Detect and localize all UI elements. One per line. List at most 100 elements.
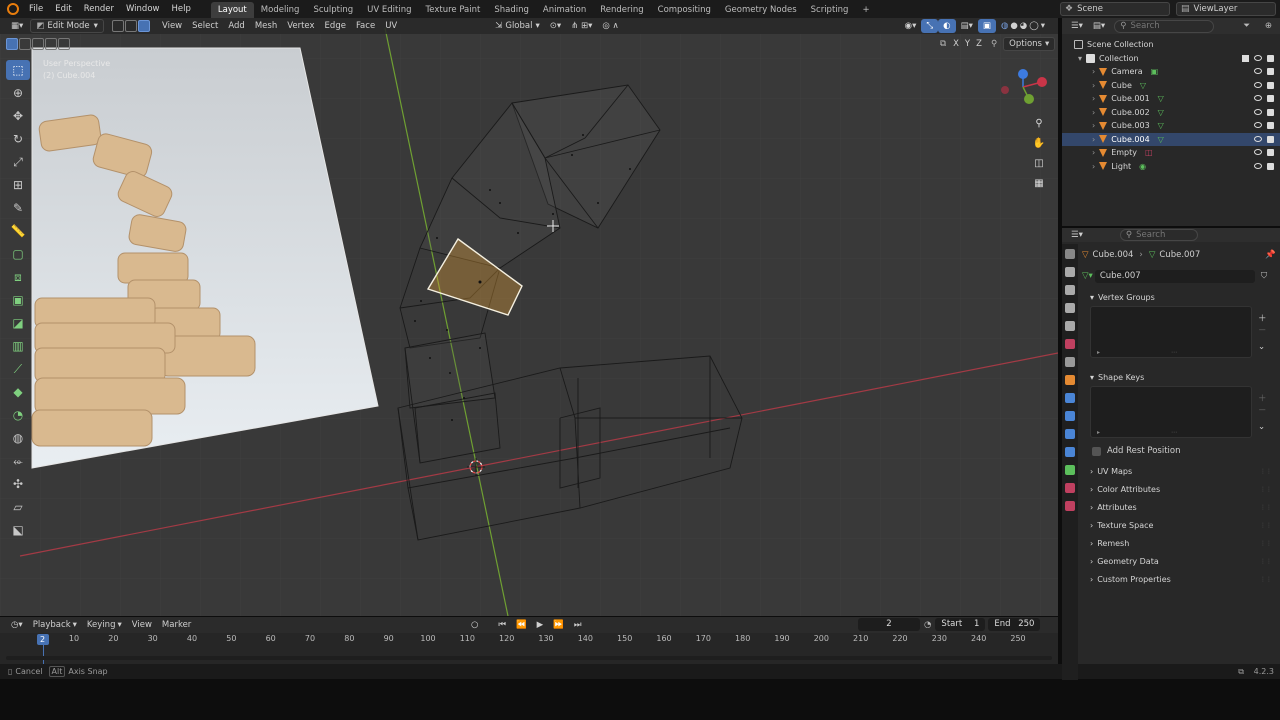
tab-modeling[interactable]: Modeling [254,2,307,18]
solid-shading-icon[interactable]: ● [1010,19,1017,33]
eye-icon[interactable] [1254,108,1262,115]
menu-face[interactable]: Face [351,19,380,33]
drag-handle-icon[interactable]: ⋮⋮ [1260,504,1272,511]
outliner-collection[interactable]: ▾ Collection [1062,52,1280,66]
menu-timeline-view[interactable]: View [127,618,157,632]
editor-type-icon[interactable]: ▦▾ [6,19,28,33]
start-frame-field[interactable]: Start 1 [935,618,986,631]
eye-icon[interactable] [1254,135,1262,142]
timeline-ruler[interactable]: 10 20 30 40 50 60 70 80 90 100 110 120 130 140 150 160 1… [0,634,1058,665]
camera-render-icon[interactable] [1267,68,1274,76]
add-cube-tool-icon[interactable]: ▢ [6,244,30,264]
filter-toggle-icon[interactable]: ▸ [1097,349,1100,356]
panel-header-color-attributes[interactable]: › Color Attributes ⋮⋮ [1082,480,1278,498]
measure-tool-icon[interactable]: 📏 [6,221,30,241]
outliner-scene-collection[interactable]: Scene Collection [1062,38,1280,52]
options-dropdown[interactable]: Options ▾ [1003,37,1056,51]
menu-view[interactable]: View [157,19,187,33]
tab-geometry-nodes[interactable]: Geometry Nodes [718,2,804,18]
vertex-select-button[interactable] [111,20,124,32]
camera-render-icon[interactable] [1267,149,1274,157]
eye-icon[interactable] [1254,81,1262,88]
camera-render-icon[interactable] [1267,95,1274,103]
vertex-group-specials-icon[interactable]: ⌄ [1258,342,1267,352]
mesh-data-icon[interactable]: ▽ [1158,121,1164,130]
empty-data-icon[interactable]: ◫ [1145,148,1153,157]
eye-icon[interactable] [1254,95,1262,102]
panel-header-texture-space[interactable]: › Texture Space ⋮⋮ [1082,516,1278,534]
edge-slide-tool-icon[interactable]: ⬰ [6,451,30,471]
select-invert-button[interactable] [45,38,57,50]
pivot-icon[interactable]: ⊙▾ [545,19,566,33]
light-data-icon[interactable]: ◉ [1139,162,1146,171]
overlay-icon[interactable]: ◐ [938,19,956,33]
move-tool-icon[interactable]: ✥ [6,106,30,126]
camera-render-icon[interactable] [1267,81,1274,89]
menu-vertex[interactable]: Vertex [282,19,319,33]
xray-icon[interactable]: ▣ [977,19,996,33]
properties-editor[interactable]: ☰▾ ⚲ Search ▽ Cube.004 › ▽ Cube.007 📌 ▽▾… [1062,228,1280,680]
texture-tab-icon[interactable] [1065,501,1075,511]
world-tab-icon[interactable] [1065,339,1075,349]
camera-render-icon[interactable] [1267,108,1274,116]
annotate-tool-icon[interactable]: ✎ [6,198,30,218]
collection-tab-icon[interactable] [1065,357,1075,367]
drag-handle-icon[interactable]: ⋮⋮ [1260,522,1272,529]
outliner-item[interactable]: › Cube.001 ▽ [1062,92,1280,106]
visibility-icon[interactable]: ◉▾ [900,19,922,33]
select-subtract-button[interactable] [32,38,44,50]
panel-header-attributes[interactable]: › Attributes ⋮⋮ [1082,498,1278,516]
chevron-right-icon[interactable]: › [1092,81,1095,90]
view-layer-tab-icon[interactable] [1065,303,1075,313]
pan-hand-icon[interactable]: ✋ [1030,134,1048,152]
camera-render-icon[interactable] [1267,162,1274,170]
render-tab-icon[interactable] [1065,267,1075,277]
menu-edit[interactable]: Edit [49,0,77,18]
display-mode-icon[interactable]: ▤▾ [1088,19,1110,33]
spin-tool-icon[interactable]: ◔ [6,405,30,425]
outliner-item[interactable]: › Cube ▽ [1062,79,1280,93]
perspective-grid-icon[interactable]: ▦ [1030,174,1048,192]
object-tab-icon[interactable] [1065,375,1075,385]
tab-uv-editing[interactable]: UV Editing [360,2,418,18]
mesh-overlay-icon[interactable]: ▤▾ [956,19,978,33]
rotate-tool-icon[interactable]: ↻ [6,129,30,149]
drag-handle-icon[interactable]: ⋮⋮ [1260,540,1272,547]
select-new-button[interactable] [6,38,18,50]
output-tab-icon[interactable] [1065,285,1075,295]
shape-key-specials-icon[interactable]: ⌄ [1258,422,1267,432]
menu-uv[interactable]: UV [380,19,402,33]
drag-handle-icon[interactable]: ⋮⋮ [1260,576,1272,583]
transform-tool-icon[interactable]: ⊞ [6,175,30,195]
pin-icon[interactable]: 📌 [1265,250,1276,260]
mirror-x-toggle[interactable]: X [950,37,962,51]
menu-render[interactable]: Render [78,0,120,18]
tab-texture-paint[interactable]: Texture Paint [419,2,488,18]
eye-icon[interactable] [1254,54,1262,61]
resize-handle-icon[interactable]: ⋯ [1171,429,1177,436]
checkbox-icon[interactable] [1242,54,1249,62]
chevron-right-icon[interactable]: › [1092,148,1095,157]
eye-icon[interactable] [1254,68,1262,75]
add-shape-key-button[interactable]: ＋ [1258,392,1267,404]
drag-handle-icon[interactable]: ⋮⋮ [1260,558,1272,565]
tab-layout[interactable]: Layout [210,1,254,18]
mesh-data-icon[interactable]: ▽ [1158,108,1164,117]
chevron-right-icon[interactable]: › [1092,135,1095,144]
camera-data-icon[interactable]: ▣ [1151,67,1159,76]
modifier-tab-icon[interactable] [1065,393,1075,403]
menu-edge[interactable]: Edge [320,19,351,33]
navigation-gizmo[interactable] [998,62,1052,116]
drag-handle-icon[interactable]: ⋮⋮ [1260,468,1272,475]
tab-rendering[interactable]: Rendering [593,2,650,18]
data-tab-icon[interactable] [1065,465,1075,475]
outliner-search-input[interactable]: ⚲ Search [1114,19,1215,33]
material-shading-icon[interactable]: ◕ [1020,19,1027,33]
menu-select[interactable]: Select [187,19,223,33]
particles-tab-icon[interactable] [1065,411,1075,421]
tab-sculpting[interactable]: Sculpting [306,2,360,18]
view-layer-selector[interactable]: ▤ ViewLayer [1176,2,1276,16]
timeline-editor-type-icon[interactable]: ◷▾ [6,618,28,632]
extrude-tool-icon[interactable]: ⧈ [6,267,30,287]
menu-playback[interactable]: Playback ▾ [28,618,82,632]
